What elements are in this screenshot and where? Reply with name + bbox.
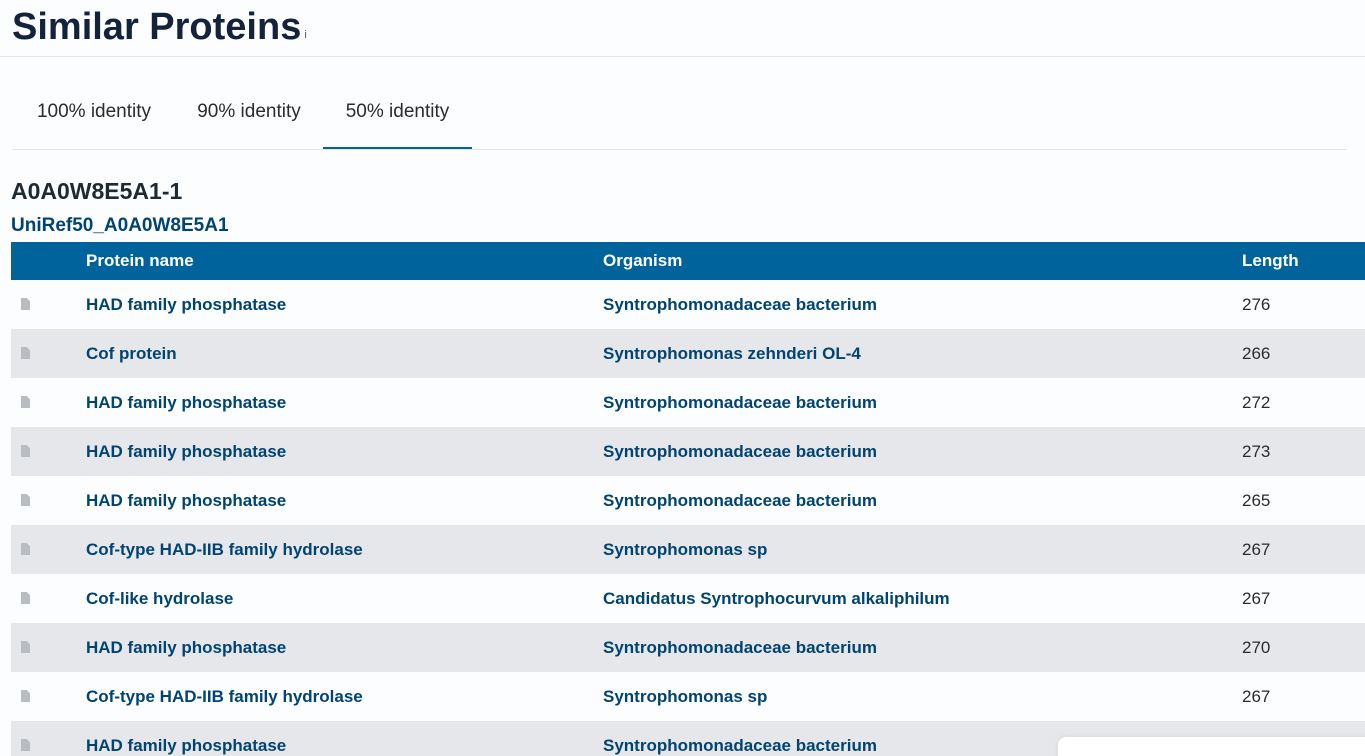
length-value: 273 <box>1242 442 1271 461</box>
page-title-text: Similar Proteins <box>12 6 302 48</box>
row-icon-cell <box>19 574 33 623</box>
protein-name-link[interactable]: Cof-type HAD-IIB family hydrolase <box>86 672 363 721</box>
row-icon-cell <box>19 427 33 476</box>
document-icon <box>21 641 30 653</box>
length-value: 267 <box>1242 687 1271 706</box>
organism-link[interactable]: Syntrophomonadaceae bacterium <box>603 427 877 476</box>
table-row: HAD family phosphatase Syntrophomonadacea… <box>11 623 1365 672</box>
identity-tabs: 100% identity 90% identity 50% identity <box>12 76 1347 150</box>
table-row: Cof protein Syntrophomonas zehnderi OL-4 2… <box>11 329 1365 378</box>
length-value: 265 <box>1242 491 1271 510</box>
organism-link[interactable]: Syntrophomonas sp <box>603 525 767 574</box>
document-icon <box>21 445 30 457</box>
similar-proteins-table: Protein name Organism Length HAD family … <box>11 242 1365 756</box>
table-row: HAD family phosphatase Syntrophomonadacea… <box>11 378 1365 427</box>
protein-name-link[interactable]: HAD family phosphatase <box>86 427 286 476</box>
row-icon-cell <box>19 721 33 756</box>
column-header-protein-name[interactable]: Protein name <box>86 242 194 280</box>
document-icon <box>21 739 30 751</box>
page-title: Similar Proteins i <box>12 5 307 49</box>
table-row: HAD family phosphatase Syntrophomonadacea… <box>11 280 1365 329</box>
document-icon <box>21 494 30 506</box>
organism-link[interactable]: Candidatus Syntrophocurvum alkaliphilum <box>603 574 950 623</box>
protein-name-link[interactable]: HAD family phosphatase <box>86 623 286 672</box>
row-icon-cell <box>19 623 33 672</box>
table-row: HAD family phosphatase Syntrophomonadacea… <box>11 427 1365 476</box>
row-icon-cell <box>19 329 33 378</box>
table-row: HAD family phosphatase Syntrophomonadacea… <box>11 476 1365 525</box>
info-icon[interactable]: i <box>304 29 306 41</box>
document-icon <box>21 396 30 408</box>
row-icon-cell <box>19 476 33 525</box>
protein-name-link[interactable]: HAD family phosphatase <box>86 476 286 525</box>
tab-50-identity[interactable]: 50% identity <box>323 76 472 149</box>
table-body: HAD family phosphatase Syntrophomonadacea… <box>11 280 1365 756</box>
length-value: 272 <box>1242 393 1271 412</box>
table-row: Cof-type HAD-IIB family hydrolase Syntrop… <box>11 525 1365 574</box>
uniref-cluster-link[interactable]: UniRef50_A0A0W8E5A1 <box>11 213 229 239</box>
table-header: Protein name Organism Length <box>11 242 1365 280</box>
protein-name-link[interactable]: Cof-like hydrolase <box>86 574 233 623</box>
document-icon <box>21 592 30 604</box>
corner-card <box>1058 737 1365 756</box>
protein-name-link[interactable]: HAD family phosphatase <box>86 280 286 329</box>
document-icon <box>21 543 30 555</box>
document-icon <box>21 690 30 702</box>
organism-link[interactable]: Syntrophomonadaceae bacterium <box>603 280 877 329</box>
tab-100-identity[interactable]: 100% identity <box>12 76 176 148</box>
entry-id-heading: A0A0W8E5A1-1 <box>11 178 183 204</box>
organism-link[interactable]: Syntrophomonadaceae bacterium <box>603 721 877 756</box>
row-icon-cell <box>19 280 33 329</box>
row-icon-cell <box>19 672 33 721</box>
document-icon <box>21 298 30 310</box>
title-bar: Similar Proteins i <box>0 0 1365 57</box>
length-value: 266 <box>1242 344 1271 363</box>
protein-name-link[interactable]: HAD family phosphatase <box>86 378 286 427</box>
row-icon-cell <box>19 525 33 574</box>
organism-link[interactable]: Syntrophomonadaceae bacterium <box>603 623 877 672</box>
protein-name-link[interactable]: Cof protein <box>86 329 177 378</box>
document-icon <box>21 347 30 359</box>
row-icon-cell <box>19 378 33 427</box>
column-header-organism[interactable]: Organism <box>603 242 682 280</box>
protein-name-link[interactable]: HAD family phosphatase <box>86 721 286 756</box>
protein-name-link[interactable]: Cof-type HAD-IIB family hydrolase <box>86 525 363 574</box>
organism-link[interactable]: Syntrophomonas zehnderi OL-4 <box>603 329 861 378</box>
organism-link[interactable]: Syntrophomonadaceae bacterium <box>603 378 877 427</box>
length-value: 270 <box>1242 638 1271 657</box>
organism-link[interactable]: Syntrophomonas sp <box>603 672 767 721</box>
column-header-length[interactable]: Length <box>1242 242 1299 280</box>
table-row: Cof-like hydrolase Candidatus Syntrophocu… <box>11 574 1365 623</box>
table-row: Cof-type HAD-IIB family hydrolase Syntrop… <box>11 672 1365 721</box>
length-value: 267 <box>1242 540 1271 559</box>
organism-link[interactable]: Syntrophomonadaceae bacterium <box>603 476 877 525</box>
tab-90-identity[interactable]: 90% identity <box>176 76 322 148</box>
length-value: 267 <box>1242 589 1271 608</box>
similar-proteins-page: Similar Proteins i 100% identity 90% iden… <box>0 0 1365 756</box>
length-value: 276 <box>1242 295 1271 314</box>
